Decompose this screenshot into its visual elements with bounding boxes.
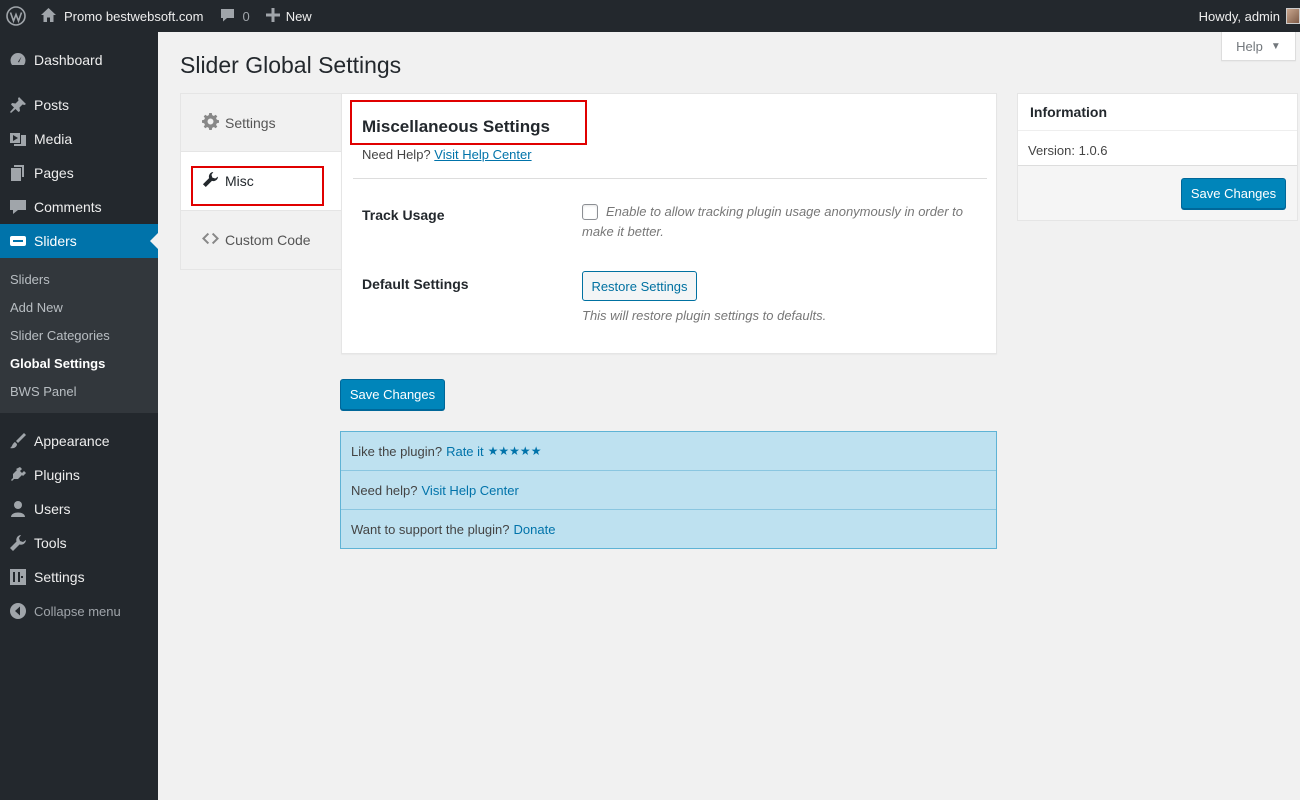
collapse-menu-button[interactable]: Collapse menu [0, 594, 158, 628]
comment-icon [219, 7, 236, 26]
submenu-global-settings[interactable]: Global Settings [0, 349, 158, 377]
rate-link[interactable]: Rate it [446, 444, 484, 459]
donate-link[interactable]: Donate [514, 522, 556, 537]
comment-icon [8, 197, 28, 217]
information-box: Information Version: 1.0.6 Save Changes [1017, 93, 1298, 221]
media-icon [8, 129, 28, 149]
tab-settings[interactable]: Settings [180, 93, 342, 152]
wrench-icon [8, 533, 28, 553]
rate-row: Like the plugin? Rate it ★★★★★ [341, 432, 996, 471]
gear-icon [202, 112, 225, 133]
home-icon [40, 7, 57, 26]
brush-icon [8, 431, 28, 451]
help-center-link[interactable]: Visit Help Center [434, 147, 531, 162]
wordpress-logo-icon[interactable] [0, 0, 32, 32]
track-usage-desc-line1: Enable to allow tracking plugin usage an… [606, 204, 963, 219]
sliders-submenu: Sliders Add New Slider Categories Global… [0, 258, 158, 413]
pages-icon [8, 163, 28, 183]
divider [353, 178, 987, 179]
site-name-link[interactable]: Promo bestwebsoft.com [32, 0, 211, 32]
restore-settings-button[interactable]: Restore Settings [582, 271, 697, 301]
avatar [1286, 8, 1300, 24]
notice-help-link[interactable]: Visit Help Center [422, 483, 519, 498]
submenu-bws-panel[interactable]: BWS Panel [0, 377, 158, 405]
user-icon [8, 499, 28, 519]
menu-plugins[interactable]: Plugins [0, 458, 158, 492]
menu-tools[interactable]: Tools [0, 526, 158, 560]
information-title: Information [1018, 94, 1297, 131]
admin-bar: Promo bestwebsoft.com 0 New Howdy, admin [0, 0, 1300, 32]
plug-icon [8, 465, 28, 485]
tab-misc[interactable]: Misc [180, 152, 342, 211]
my-account[interactable]: Howdy, admin [1199, 0, 1300, 32]
site-name: Promo bestwebsoft.com [64, 8, 204, 24]
panel-help: Need Help? Visit Help Center [362, 147, 532, 162]
help-tab-button[interactable]: Help ▼ [1221, 32, 1296, 61]
save-changes-button[interactable]: Save Changes [340, 379, 445, 410]
comments-count: 0 [242, 8, 250, 24]
panel-title: Miscellaneous Settings [362, 117, 550, 136]
donate-row: Want to support the plugin? Donate [351, 522, 556, 537]
restore-desc: This will restore plugin settings to def… [582, 308, 827, 323]
submenu-sliders[interactable]: Sliders [0, 265, 158, 293]
menu-appearance[interactable]: Appearance [0, 424, 158, 458]
plugin-notice: Like the plugin? Rate it ★★★★★ Need help… [340, 431, 997, 549]
info-save-changes-button[interactable]: Save Changes [1181, 178, 1286, 209]
track-usage-label: Track Usage [362, 207, 445, 223]
menu-settings[interactable]: Settings [0, 560, 158, 594]
misc-settings-panel: Miscellaneous Settings Need Help? Visit … [341, 93, 997, 354]
default-settings-label: Default Settings [362, 276, 469, 292]
settings-tabs: Settings Misc Custom Code [180, 93, 342, 270]
dashboard-icon [8, 50, 28, 70]
menu-media[interactable]: Media [0, 122, 158, 156]
pin-icon [8, 95, 28, 115]
new-label: New [285, 8, 312, 24]
tab-custom-code[interactable]: Custom Code [180, 211, 342, 270]
main-content: Help ▼ Slider Global Settings Settings M… [158, 32, 1300, 800]
submenu-add-new[interactable]: Add New [0, 293, 158, 321]
track-usage-desc-line2: make it better. [582, 224, 664, 239]
settings-icon [8, 567, 28, 587]
menu-posts[interactable]: Posts [0, 88, 158, 122]
plus-icon [265, 7, 280, 25]
help-row: Need help? Visit Help Center [341, 471, 996, 510]
wrench-icon [202, 171, 225, 191]
information-footer: Save Changes [1018, 165, 1297, 220]
submenu-slider-categories[interactable]: Slider Categories [0, 321, 158, 349]
menu-sliders[interactable]: Sliders [0, 224, 158, 258]
howdy-text: Howdy, admin [1198, 8, 1280, 24]
menu-pages[interactable]: Pages [0, 156, 158, 190]
code-icon [202, 230, 225, 250]
admin-menu: Dashboard Posts Media Pages Comments Sli… [0, 32, 158, 800]
track-usage-checkbox[interactable] [582, 204, 598, 220]
dropdown-arrow-icon: ▼ [1270, 40, 1281, 52]
page-title: Slider Global Settings [180, 52, 402, 78]
menu-dashboard[interactable]: Dashboard [0, 43, 158, 77]
new-content-link[interactable]: New [258, 0, 320, 32]
comments-link[interactable]: 0 [211, 0, 257, 32]
menu-users[interactable]: Users [0, 492, 158, 526]
rating-stars-icon[interactable]: ★★★★★ [488, 444, 542, 458]
menu-comments[interactable]: Comments [0, 190, 158, 224]
slider-icon [8, 231, 28, 251]
collapse-arrow-icon [8, 601, 28, 621]
